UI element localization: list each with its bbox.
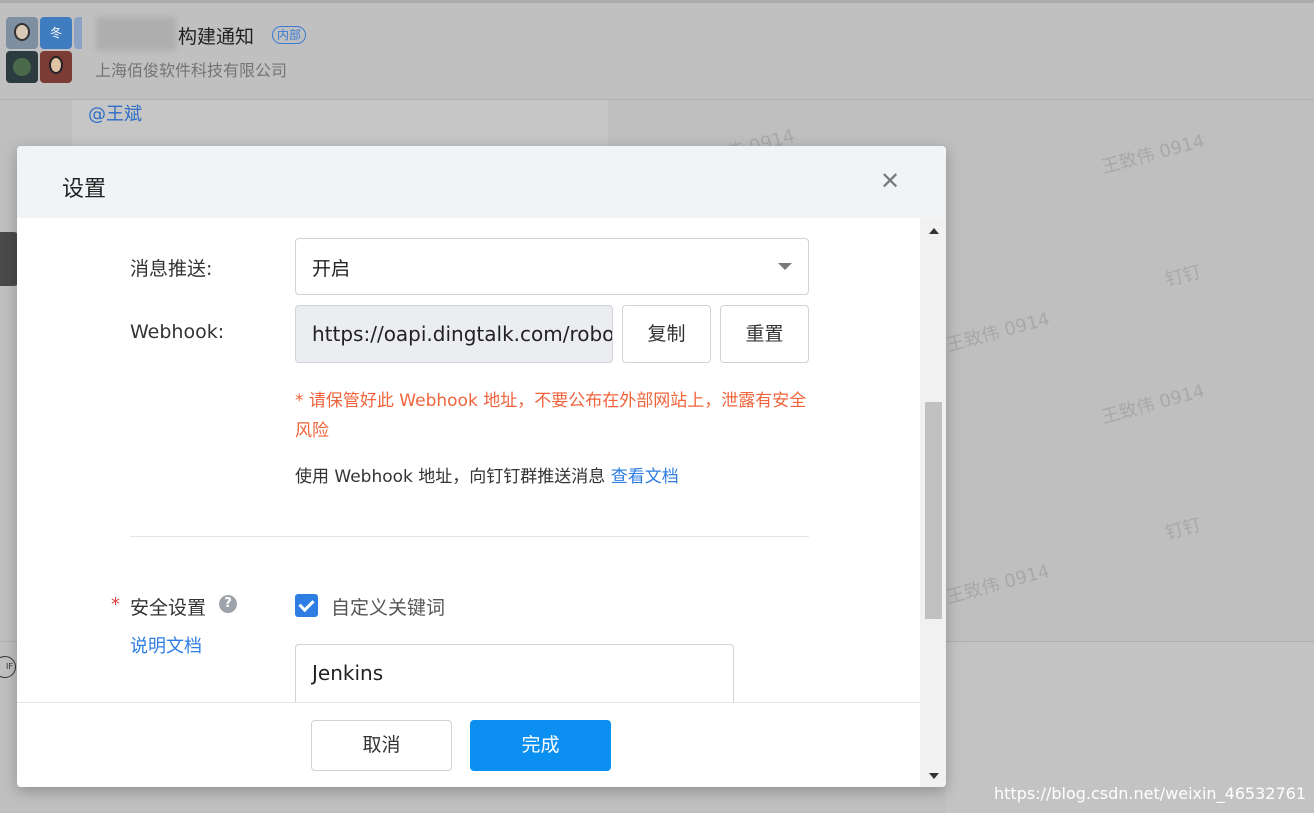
scroll-thumb[interactable] <box>925 402 942 619</box>
security-label: 安全设置 <box>130 597 207 619</box>
done-button[interactable]: 完成 <box>470 720 611 771</box>
mention-link[interactable]: @王斌 <box>88 100 142 126</box>
watermark: 王致伟 0914 <box>1099 380 1207 429</box>
watermark: 钉钉 <box>1163 261 1204 292</box>
view-docs-link[interactable]: 查看文档 <box>611 467 679 487</box>
member-avatar-partial <box>74 17 82 49</box>
webhook-label: Webhook: <box>130 321 225 343</box>
member-avatar <box>6 17 38 49</box>
internal-tag: 内部 <box>272 26 307 44</box>
watermark: 钉钉 <box>1163 514 1204 545</box>
webhook-field[interactable]: https://oapi.dingtalk.com/robot/send?acc… <box>295 305 613 363</box>
dialog-title: 设置 <box>62 177 107 202</box>
webhook-hint-text: 使用 Webhook 地址，向钉钉群推送消息 <box>295 467 611 487</box>
close-icon[interactable]: ✕ <box>877 168 903 194</box>
scroll-up-icon[interactable] <box>929 228 939 234</box>
help-icon[interactable]: ? <box>219 595 237 613</box>
side-tool-icon[interactable] <box>0 232 18 286</box>
push-select-value: 开启 <box>312 258 351 280</box>
reset-button[interactable]: 重置 <box>720 305 809 363</box>
webhook-warning: * 请保管好此 Webhook 地址，不要公布在外部网站上，泄露有安全风险 <box>295 391 807 441</box>
keyword-value: Jenkins <box>312 661 384 685</box>
dialog-body[interactable]: 消息推送: 开启 Webhook: https://oapi.dingtalk.… <box>17 218 920 702</box>
webhook-hint: 使用 Webhook 地址，向钉钉群推送消息 查看文档 <box>295 462 679 487</box>
webhook-value: https://oapi.dingtalk.com/robot/send?acc… <box>312 322 612 346</box>
member-avatar <box>6 51 38 83</box>
company-name: 上海佰俊软件科技有限公司 <box>95 61 288 80</box>
copy-button[interactable]: 复制 <box>622 305 711 363</box>
keyword-checkbox-label[interactable]: 自定义关键词 <box>331 593 445 620</box>
cancel-button[interactable]: 取消 <box>311 720 452 771</box>
push-select[interactable]: 开启 <box>295 238 809 295</box>
dialog-footer: 取消 完成 <box>17 702 920 787</box>
explanation-doc-link[interactable]: 说明文档 <box>130 632 202 658</box>
gif-icon[interactable]: IF <box>0 656 16 678</box>
member-avatar <box>40 51 72 83</box>
section-divider <box>130 536 809 537</box>
keyword-input[interactable]: Jenkins <box>295 644 734 702</box>
dialog-header: 设置 ✕ <box>17 146 946 218</box>
keyword-checkbox[interactable] <box>295 594 318 617</box>
group-avatar[interactable]: 冬 <box>6 17 82 83</box>
redacted-name <box>96 17 176 51</box>
group-name[interactable]: 构建通知 <box>178 22 254 49</box>
source-url: https://blog.csdn.net/weixin_46532761 <box>993 784 1306 803</box>
watermark: 王致伟 0914 <box>1099 130 1207 179</box>
push-label: 消息推送: <box>130 258 213 280</box>
watermark: 王致伟 0914 <box>944 560 1052 609</box>
scroll-down-icon[interactable] <box>929 773 939 779</box>
watermark: 王致伟 0914 <box>944 308 1052 357</box>
settings-dialog: 设置 ✕ 消息推送: 开启 Webhook: https://oapi.ding… <box>17 146 946 787</box>
dialog-scrollbar[interactable] <box>920 218 946 787</box>
required-marker: * <box>111 594 120 615</box>
chat-header: 冬 构建通知 内部 上海佰俊软件科技有限公司 <box>0 0 1314 100</box>
chevron-down-icon <box>778 263 792 270</box>
member-avatar-badge: 冬 <box>40 17 72 49</box>
